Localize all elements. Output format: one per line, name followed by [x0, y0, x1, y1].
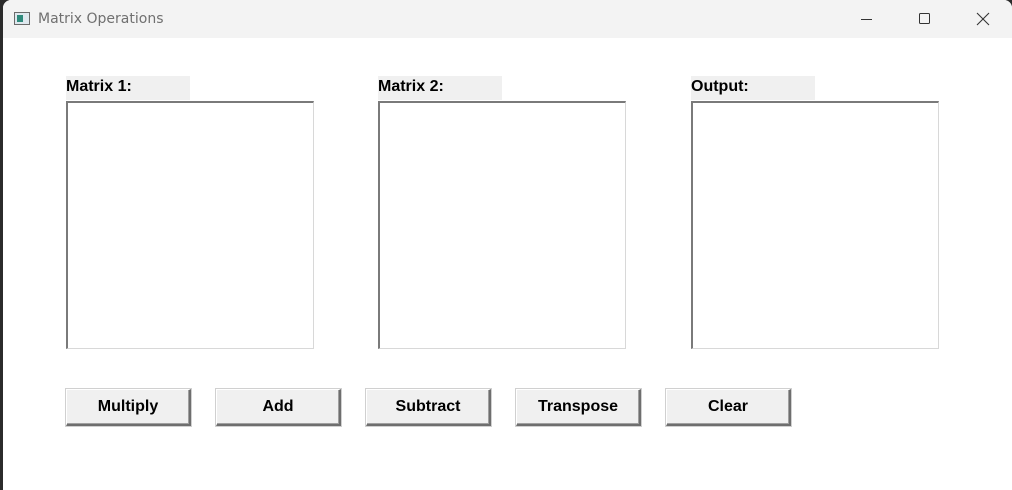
matrix2-label: Matrix 2:: [378, 76, 502, 100]
minimize-button[interactable]: [838, 0, 896, 38]
window-title: Matrix Operations: [38, 11, 164, 27]
matrix1-input[interactable]: [66, 101, 314, 349]
close-button[interactable]: [954, 0, 1012, 38]
matrix2-input[interactable]: [378, 101, 626, 349]
clear-button[interactable]: Clear: [666, 389, 791, 426]
output-label: Output:: [691, 76, 815, 100]
output-textbox[interactable]: [691, 101, 939, 349]
maximize-icon: [919, 13, 930, 24]
add-button[interactable]: Add: [216, 389, 341, 426]
title-bar[interactable]: Matrix Operations: [3, 0, 1012, 38]
maximize-button[interactable]: [896, 0, 954, 38]
matrix1-label: Matrix 1:: [66, 76, 190, 100]
app-window-icon: [14, 12, 30, 25]
minimize-icon: [861, 19, 872, 20]
app-window: Matrix Operations Matrix 1: Matrix 2: Ou…: [3, 0, 1012, 490]
subtract-button[interactable]: Subtract: [366, 389, 491, 426]
multiply-button[interactable]: Multiply: [66, 389, 191, 426]
close-icon: [976, 12, 990, 26]
transpose-button[interactable]: Transpose: [516, 389, 641, 426]
